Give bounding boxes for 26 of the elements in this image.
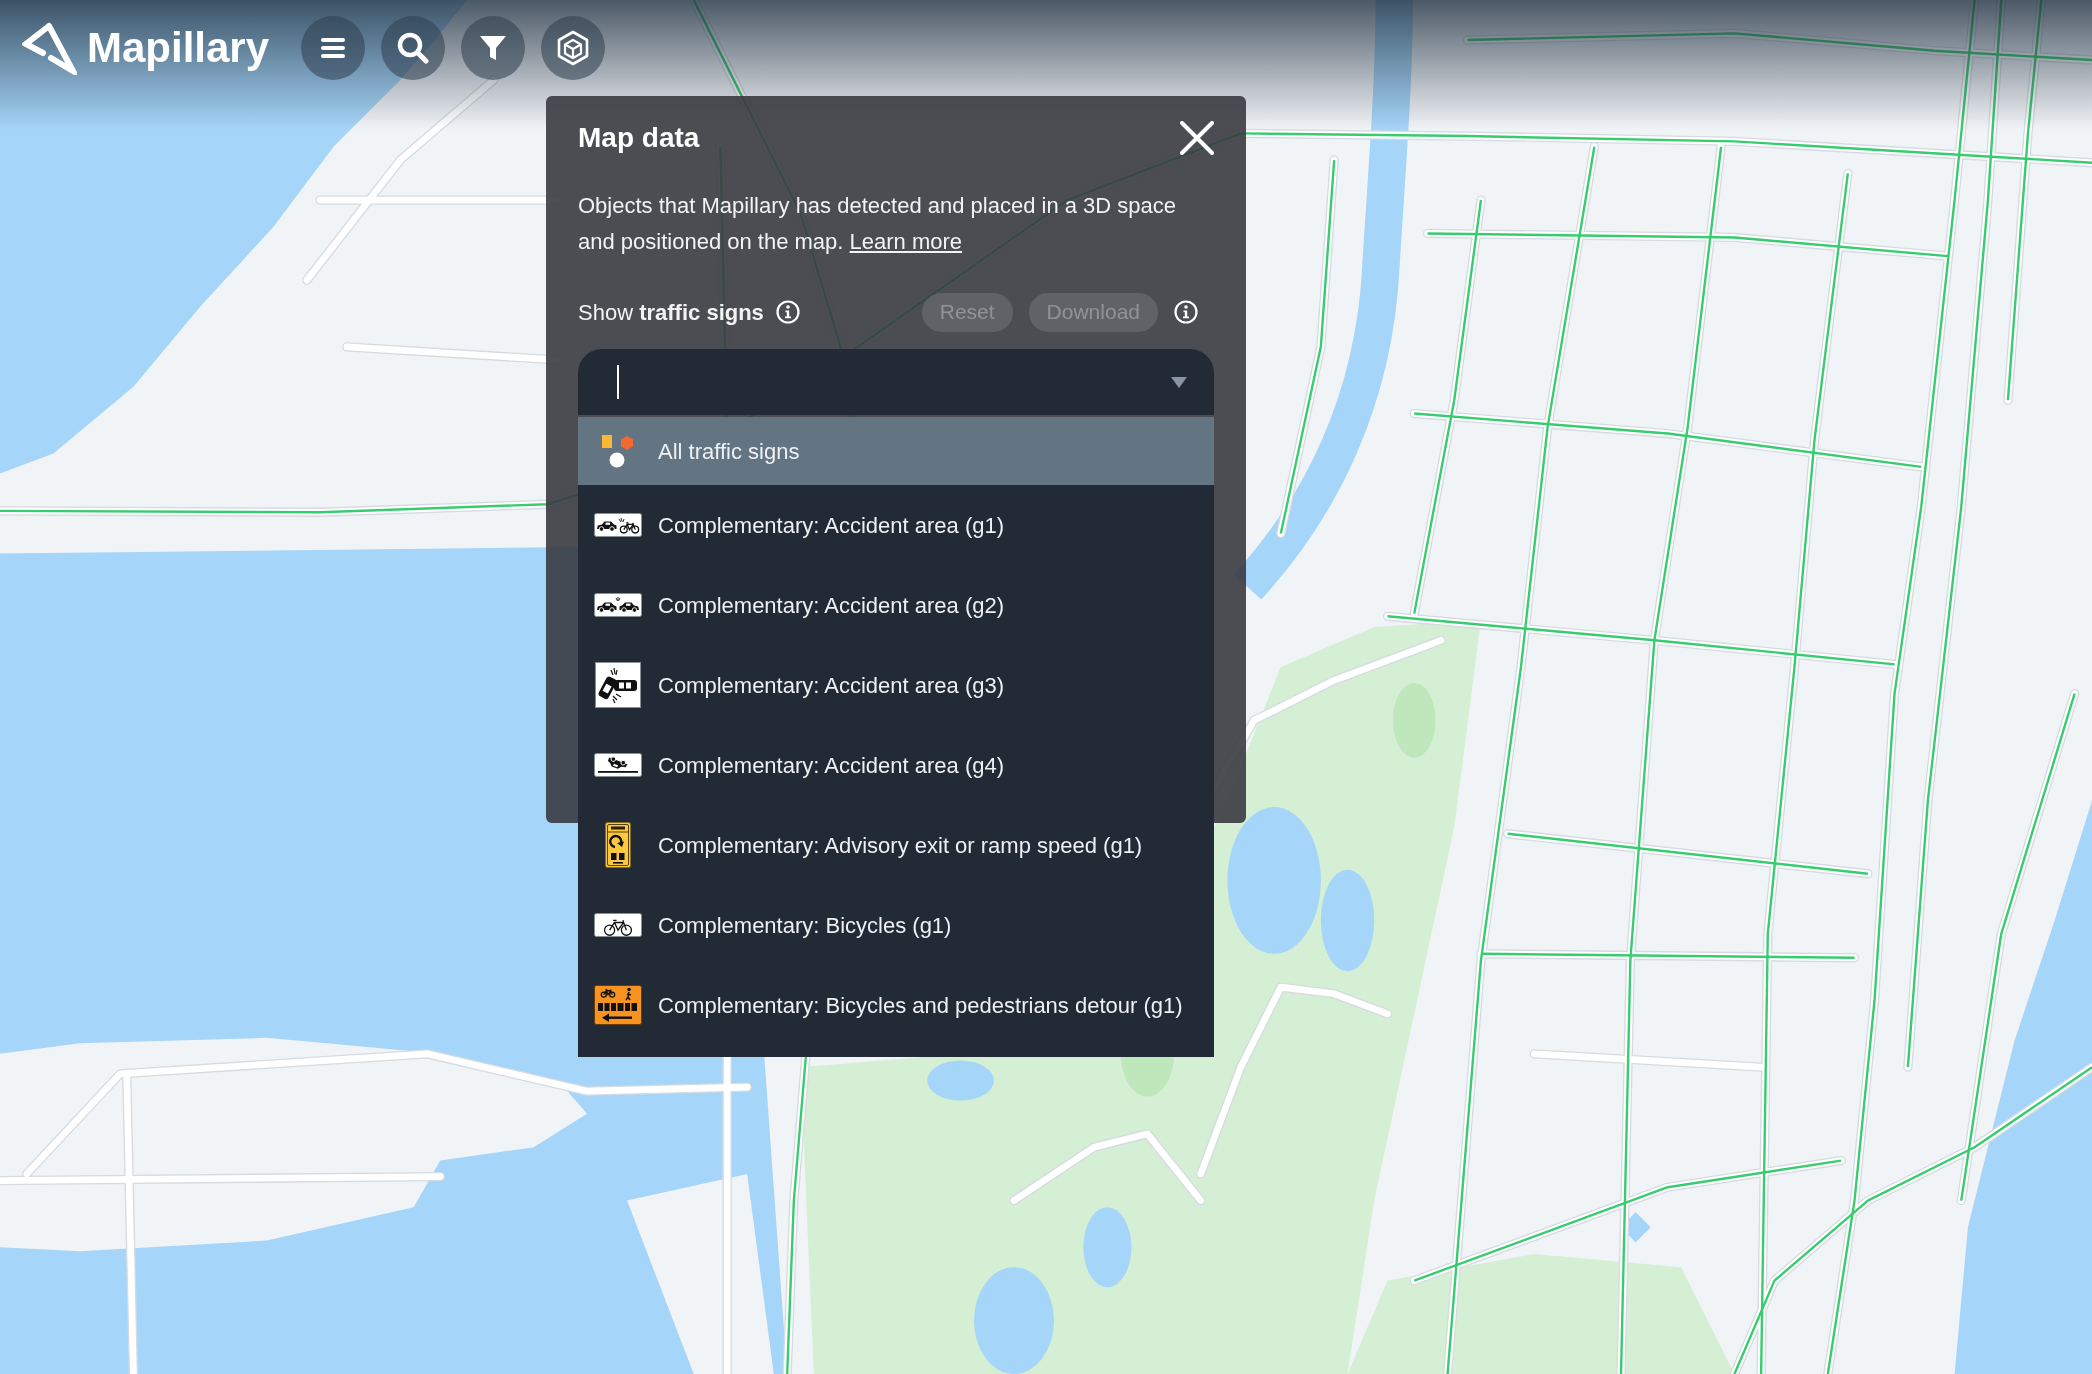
dropdown-option[interactable]: All traffic signs — [578, 417, 1214, 485]
filter-icon — [480, 35, 507, 61]
close-icon[interactable] — [1180, 121, 1214, 155]
caret-icon[interactable] — [1171, 376, 1187, 388]
overturned-car-sign-icon — [594, 753, 642, 777]
learn-more-link[interactable]: Learn more — [849, 229, 963, 254]
cube-in-hexagon-icon — [556, 30, 591, 66]
panel-title: Map data — [578, 121, 700, 155]
description-text: Objects that Mapillary has detected and placed in a 3D space and positioned on the map. Learn more — [578, 192, 1178, 256]
filter-label: Show traffic signs — [578, 298, 764, 327]
bicycle-sign-icon — [594, 913, 642, 937]
logo-text: Mapillary — [87, 23, 270, 73]
detour-sign-icon — [594, 985, 642, 1025]
menu-icon — [321, 38, 346, 58]
sign-search-field[interactable] — [578, 349, 1214, 415]
logo-icon — [22, 21, 77, 75]
search-icon — [397, 32, 430, 64]
info-icon[interactable] — [775, 300, 800, 324]
car-and-bicycle-sign-icon — [594, 513, 642, 537]
car-crash-sign-icon — [595, 662, 641, 708]
ramp-speed-sign-icon — [605, 822, 631, 868]
two-cars-sign-icon — [594, 593, 642, 617]
text-cursor-icon — [617, 365, 619, 399]
info-icon[interactable] — [1174, 300, 1198, 324]
lake — [927, 1060, 994, 1101]
colored-shapes-icon — [602, 434, 634, 468]
